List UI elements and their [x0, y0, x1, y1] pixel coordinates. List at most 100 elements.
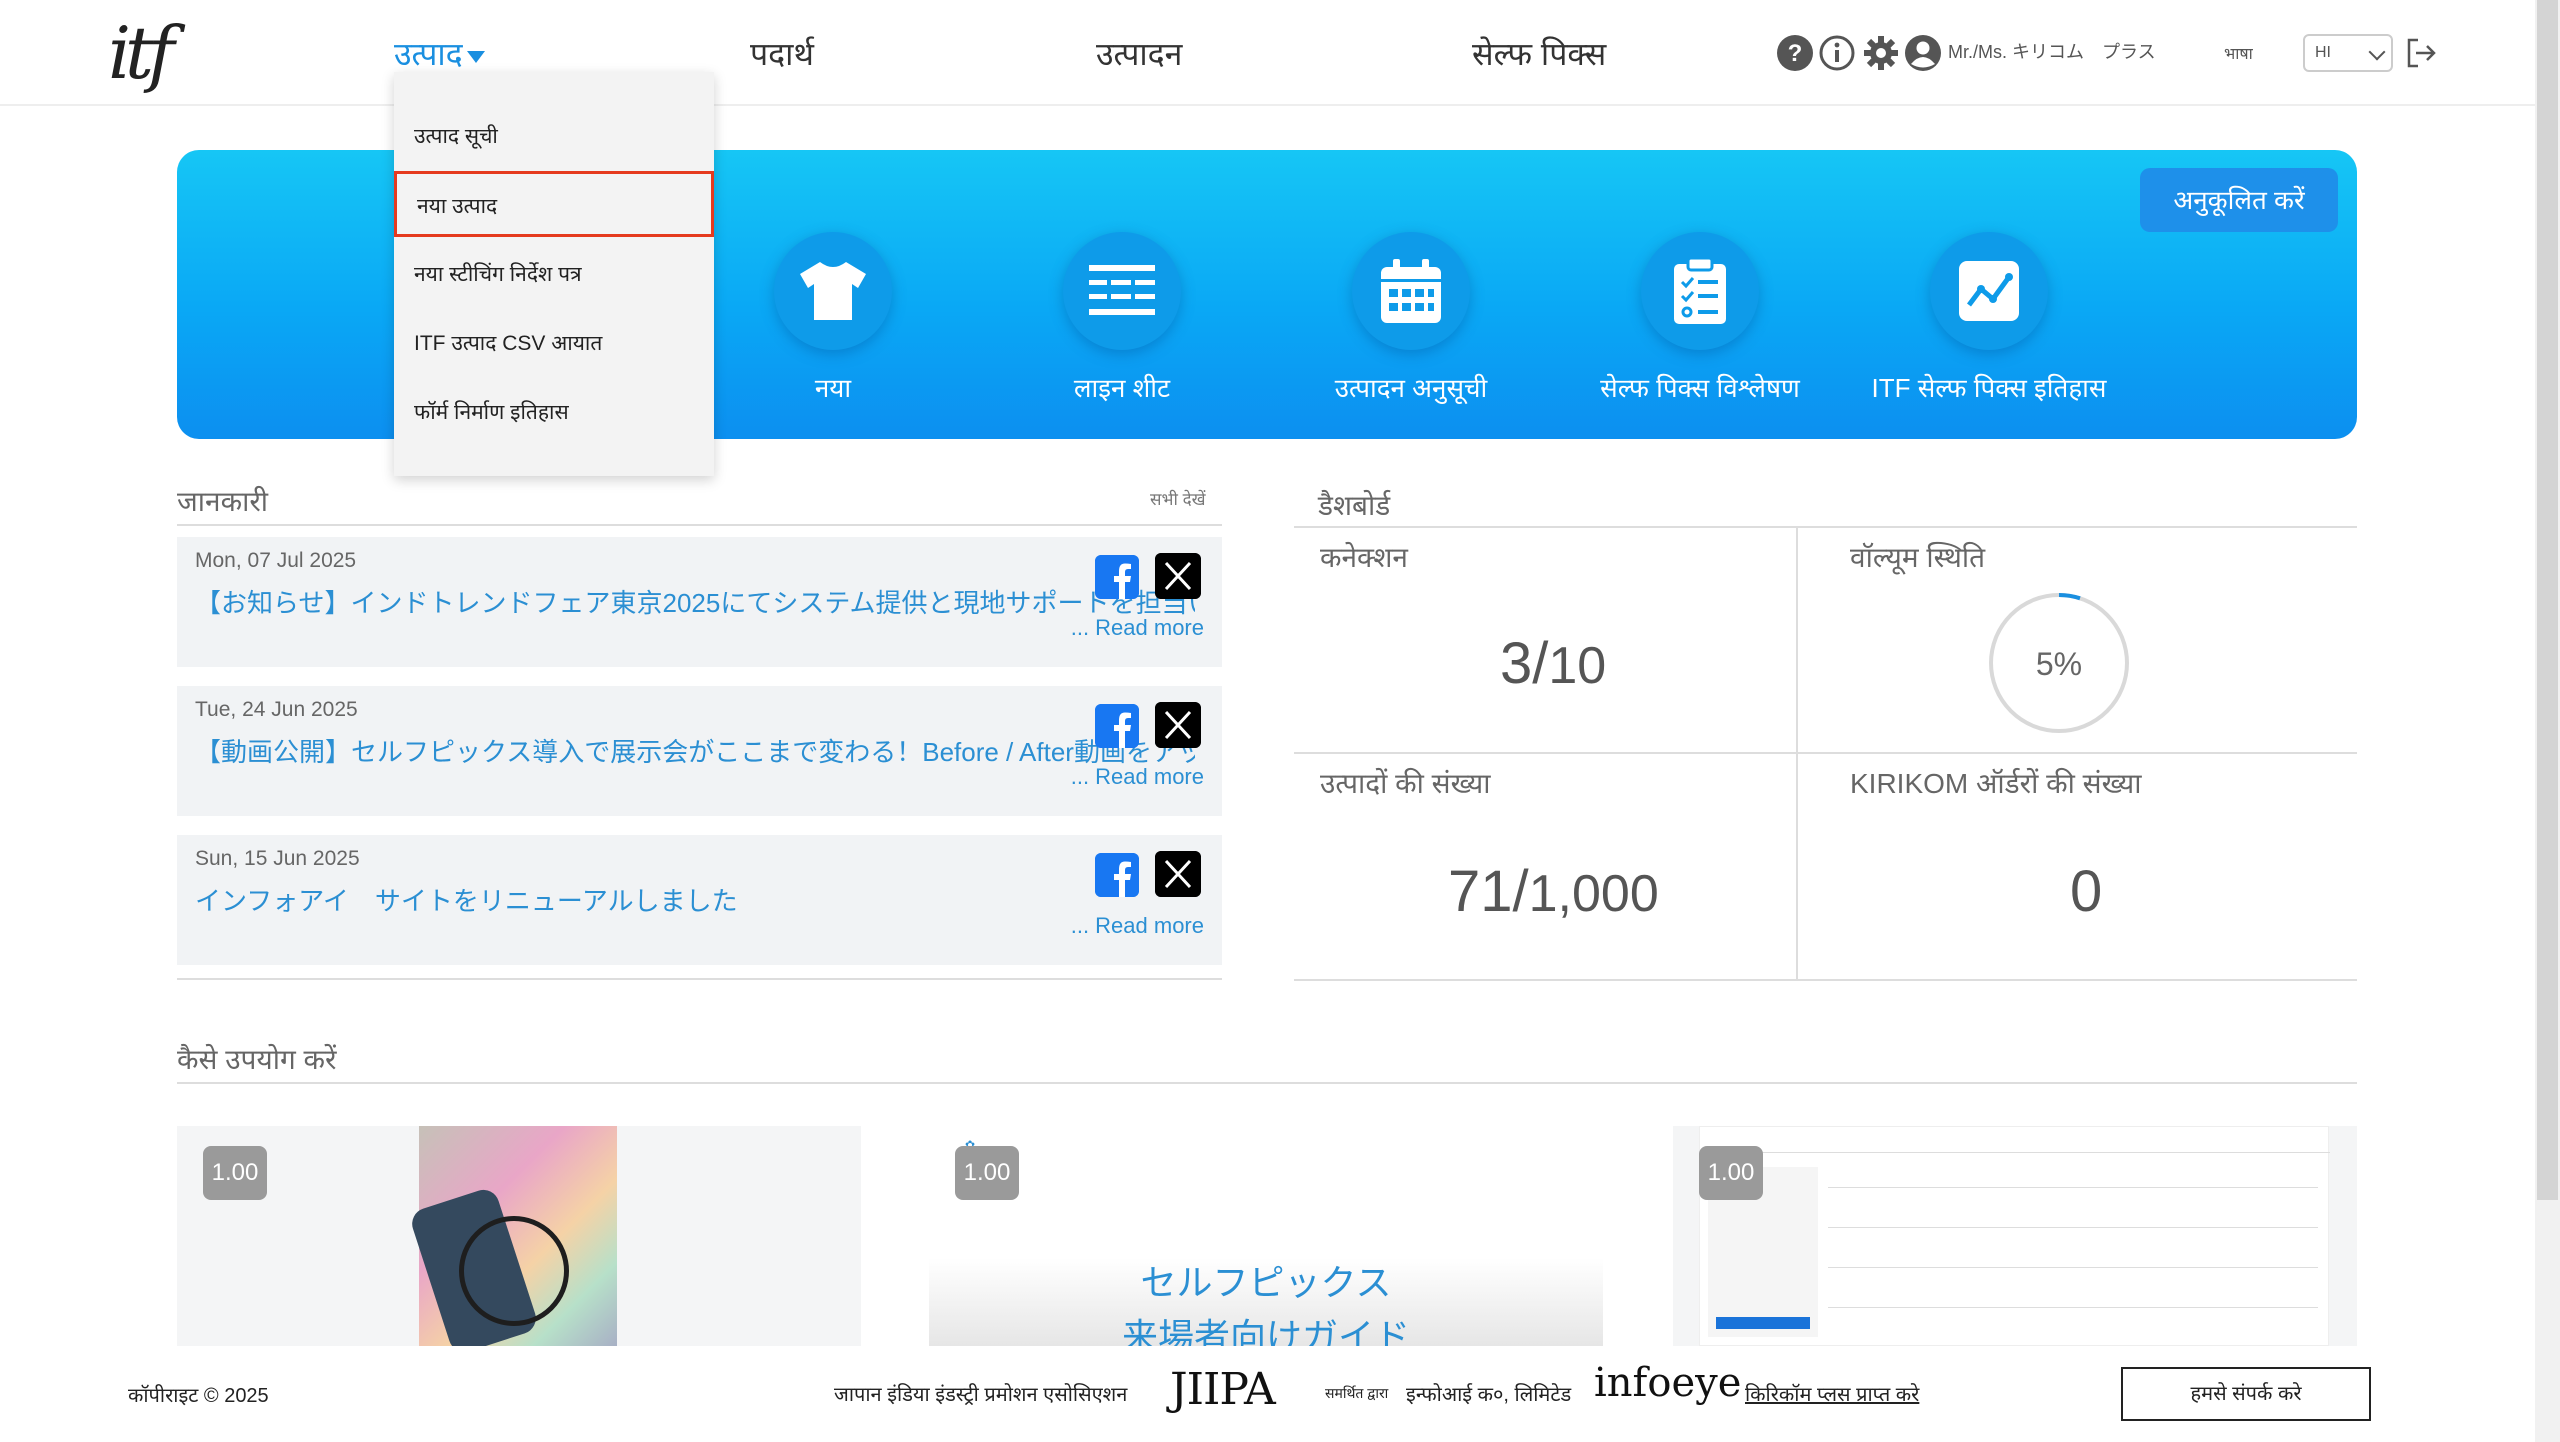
facebook-icon[interactable] [1095, 853, 1139, 897]
nav-materials[interactable]: पदार्थ [750, 30, 814, 78]
video-thumbnail-image [408, 1126, 617, 1346]
shortcut-line-sheet-label: लाइन शीट [1073, 373, 1171, 403]
playback-speed-badge[interactable]: 1.00 [1699, 1146, 1763, 1200]
shortcut-itf-self-picks-history-label: ITF सेल्फ पिक्स इतिहास [1871, 373, 2107, 403]
shortcut-new[interactable]: नया [683, 232, 983, 408]
products-dropdown-menu: उत्पाद सूची नया उत्पाद नया स्टीचिंग निर्… [394, 72, 714, 476]
scan-ring-image [459, 1216, 569, 1326]
connection-label: कनेक्शन [1320, 542, 1408, 573]
dashboard-vertical-divider [1796, 527, 1798, 979]
shortcut-itf-self-picks-history-circle [1930, 232, 2048, 350]
volume-percent: 5% [2035, 646, 2083, 682]
connection-count: 3 [1500, 631, 1533, 696]
language-value: HI [2315, 44, 2331, 61]
checklist-icon [1674, 258, 1726, 324]
x-twitter-icon[interactable] [1155, 851, 1201, 897]
language-select[interactable]: HI [2303, 34, 2393, 72]
video-caption-line1: セルフピックス [1140, 1262, 1392, 1303]
news-date: Mon, 07 Jul 2025 [195, 549, 357, 572]
info-icon[interactable] [1818, 34, 1856, 72]
menu-item-product-list[interactable]: उत्पाद सूची [394, 104, 714, 170]
tutorial-video-1[interactable]: 1.00 [177, 1126, 861, 1346]
menu-item-new-product[interactable]: नया उत्पाद [394, 171, 714, 237]
dashboard-bottom-divider [1294, 979, 2357, 981]
x-twitter-icon[interactable] [1155, 553, 1201, 599]
dashboard-title: डैशबोर्ड [1318, 490, 1391, 521]
howto-section-title: कैसे उपयोग करें [177, 1044, 337, 1075]
shortcut-production-schedule-circle [1352, 232, 1470, 350]
info-bottom-divider [177, 978, 1222, 980]
video-caption: セルフピックス 来場者向けガイド [929, 1256, 1603, 1346]
product-count-label: उत्पादों की संख्या [1320, 768, 1491, 799]
mock-table-line [1828, 1267, 2318, 1268]
association-name: जापान इंडिया इंडस्ट्री प्रमोशन एसोसिएशन [834, 1384, 1128, 1406]
menu-item-form-history[interactable]: फॉर्म निर्माण इतिहास [394, 380, 714, 446]
menu-item-new-stitching-instruction[interactable]: नया स्टीचिंग निर्देश पत्र [394, 242, 714, 308]
news-title[interactable]: 【お知らせ】インドトレンドフェア東京2025にてシステム提供と現地サポートを担当… [195, 583, 1195, 623]
video-thumbnail-image [1699, 1126, 2330, 1346]
nav-production[interactable]: उत्पादन [1096, 30, 1182, 78]
logout-icon[interactable] [2404, 36, 2438, 70]
shortcut-self-picks-analysis-label: सेल्फ पिक्स विश्लेषण [1600, 373, 1800, 403]
volume-label: वॉल्यूम स्थिति [1850, 542, 1986, 573]
shortcut-self-picks-analysis[interactable]: सेल्फ पिक्स विश्लेषण [1550, 232, 1850, 408]
kirikom-plus-link[interactable]: किरिकॉम प्लस प्राप्त करे [1745, 1380, 1919, 1407]
nav-self-picks[interactable]: सेल्फ पिक्स [1472, 30, 1606, 78]
caret-down-icon [466, 50, 485, 63]
facebook-icon[interactable] [1095, 704, 1139, 748]
read-more-link[interactable]: ... Read more [1071, 615, 1204, 641]
dashboard-top-divider [1294, 526, 2357, 528]
itf-logo[interactable]: itf [108, 10, 194, 96]
copyright-text: कॉपीराइट © 2025 [128, 1385, 269, 1407]
nav-products-label: उत्पाद [394, 36, 463, 72]
news-item: Sun, 15 Jun 2025 インフォアイ サイトをリニューアルしました .… [177, 835, 1222, 965]
shortcut-production-schedule[interactable]: उत्पादन अनुसूची [1261, 232, 1561, 408]
kirikom-orders-label: KIRIKOM ऑर्डरों की संख्या [1850, 768, 2142, 799]
shortcut-production-schedule-label: उत्पादन अनुसूची [1334, 373, 1488, 403]
chevron-down-icon [2368, 43, 2386, 61]
tutorial-video-3[interactable]: 1.00 [1673, 1126, 2357, 1346]
playback-speed-badge[interactable]: 1.00 [955, 1146, 1019, 1200]
help-icon[interactable]: ? [1776, 34, 1814, 72]
info-section-title: जानकारी [177, 486, 269, 517]
shortcut-line-sheet-circle [1063, 232, 1181, 350]
gear-icon[interactable] [1862, 34, 1900, 72]
news-title[interactable]: インフォアイ サイトをリニューアルしました [195, 881, 1195, 921]
x-twitter-icon[interactable] [1155, 702, 1201, 748]
jiipa-logo[interactable]: JIIPA [1170, 1364, 1276, 1415]
user-avatar-icon[interactable] [1904, 34, 1942, 72]
video-caption-line2: 来場者向けガイド [1121, 1316, 1410, 1346]
nav-products[interactable]: उत्पाद [394, 30, 485, 78]
menu-item-csv-import[interactable]: ITF उत्पाद CSV आयात [394, 311, 714, 377]
news-date: Sun, 15 Jun 2025 [195, 847, 360, 870]
shortcut-new-circle [774, 232, 892, 350]
mock-table-line [1828, 1187, 2318, 1188]
facebook-icon[interactable] [1095, 555, 1139, 599]
infoeye-company-name: इन्फोआई क०, लिमिटेड [1406, 1384, 1572, 1406]
info-divider [177, 524, 1222, 526]
read-more-link[interactable]: ... Read more [1071, 764, 1204, 790]
contact-us-button[interactable]: हमसे संपर्क करे [2121, 1367, 2371, 1421]
news-title[interactable]: 【動画公開】セルフピックス導入で展示会がここまで変わる！Before / Aft… [195, 732, 1195, 772]
howto-divider [177, 1082, 2357, 1084]
calendar-icon [1381, 259, 1441, 323]
shortcut-line-sheet[interactable]: लाइन शीट [972, 232, 1272, 408]
news-item: Mon, 07 Jul 2025 【お知らせ】インドトレンドフェア東京2025に… [177, 537, 1222, 667]
see-all-link[interactable]: सभी देखें [1150, 487, 1206, 510]
read-more-link[interactable]: ... Read more [1071, 913, 1204, 939]
playback-speed-badge[interactable]: 1.00 [203, 1146, 267, 1200]
supported-by-text: समर्थित द्वारा [1325, 1385, 1389, 1401]
mock-search-button [1716, 1317, 1810, 1329]
tshirt-icon [800, 262, 866, 320]
infoeye-logo[interactable]: infoeye [1594, 1360, 1741, 1406]
user-name[interactable]: Mr./Ms. キリコム プラス [1948, 38, 2156, 64]
svg-text:?: ? [1788, 40, 1803, 67]
mock-table-line [1828, 1227, 2318, 1228]
connection-total: 10 [1548, 637, 1607, 695]
shortcut-itf-self-picks-history[interactable]: ITF सेल्फ पिक्स इतिहास [1839, 232, 2139, 408]
chart-icon [1959, 261, 2019, 321]
tutorial-video-2[interactable]: セルフピックス 来場者向けガイド ✿ 1.00 [929, 1126, 1603, 1346]
customize-button[interactable]: अनुकूलित करें [2140, 168, 2338, 232]
scrollbar-thumb[interactable] [2537, 0, 2558, 1200]
news-date: Tue, 24 Jun 2025 [195, 698, 358, 721]
